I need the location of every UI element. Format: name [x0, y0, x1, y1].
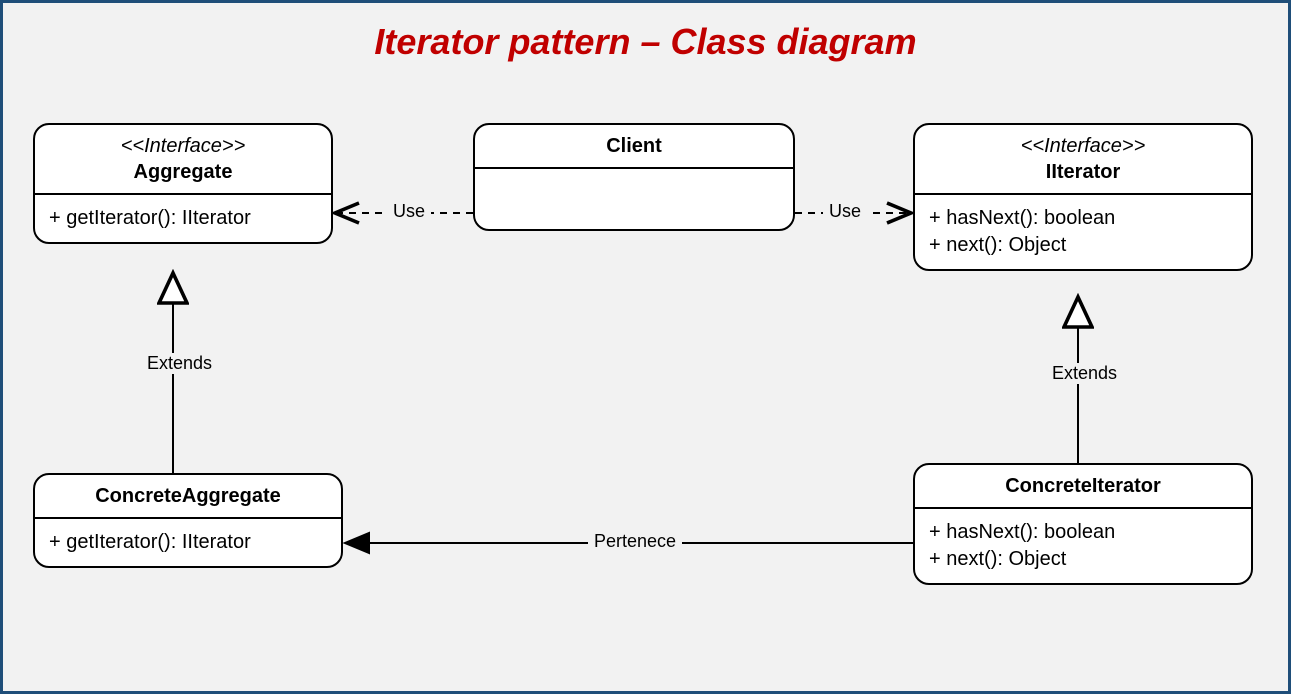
class-concrete-aggregate: ConcreteAggregate + getIterator(): IIter… [33, 473, 343, 568]
edge-label-extends-right: Extends [1046, 363, 1123, 384]
class-header: <<Interface>> Aggregate [35, 125, 331, 195]
class-methods: + getIterator(): IIterator [35, 195, 331, 242]
method: + next(): Object [929, 546, 1237, 573]
method: + hasNext(): boolean [929, 519, 1237, 546]
edge-label-use-right: Use [823, 201, 867, 222]
class-methods: + hasNext(): boolean + next(): Object [915, 509, 1251, 583]
class-aggregate: <<Interface>> Aggregate + getIterator():… [33, 123, 333, 244]
class-methods: + hasNext(): boolean + next(): Object [915, 195, 1251, 269]
stereotype-label: <<Interface>> [47, 133, 319, 159]
class-name: Client [487, 133, 781, 159]
method: + getIterator(): IIterator [49, 529, 327, 556]
method: + hasNext(): boolean [929, 205, 1237, 232]
stereotype-label: <<Interface>> [927, 133, 1239, 159]
class-name: IIterator [927, 159, 1239, 185]
class-iiterator: <<Interface>> IIterator + hasNext(): boo… [913, 123, 1253, 271]
class-header: ConcreteAggregate [35, 475, 341, 519]
connectors-layer [3, 3, 1291, 697]
class-name: Aggregate [47, 159, 319, 185]
edge-label-use-left: Use [387, 201, 431, 222]
edge-label-extends-left: Extends [141, 353, 218, 374]
diagram-frame: Iterator pattern – Class diagram <<Inter… [0, 0, 1291, 694]
class-header: ConcreteIterator [915, 465, 1251, 509]
class-methods [475, 169, 793, 229]
diagram-title: Iterator pattern – Class diagram [3, 21, 1288, 63]
method: + getIterator(): IIterator [49, 205, 317, 232]
method: + next(): Object [929, 232, 1237, 259]
class-header: <<Interface>> IIterator [915, 125, 1251, 195]
class-name: ConcreteAggregate [47, 483, 329, 509]
class-header: Client [475, 125, 793, 169]
class-concrete-iterator: ConcreteIterator + hasNext(): boolean + … [913, 463, 1253, 585]
edge-label-pertenece: Pertenece [588, 531, 682, 552]
class-client: Client [473, 123, 795, 231]
class-name: ConcreteIterator [927, 473, 1239, 499]
class-methods: + getIterator(): IIterator [35, 519, 341, 566]
